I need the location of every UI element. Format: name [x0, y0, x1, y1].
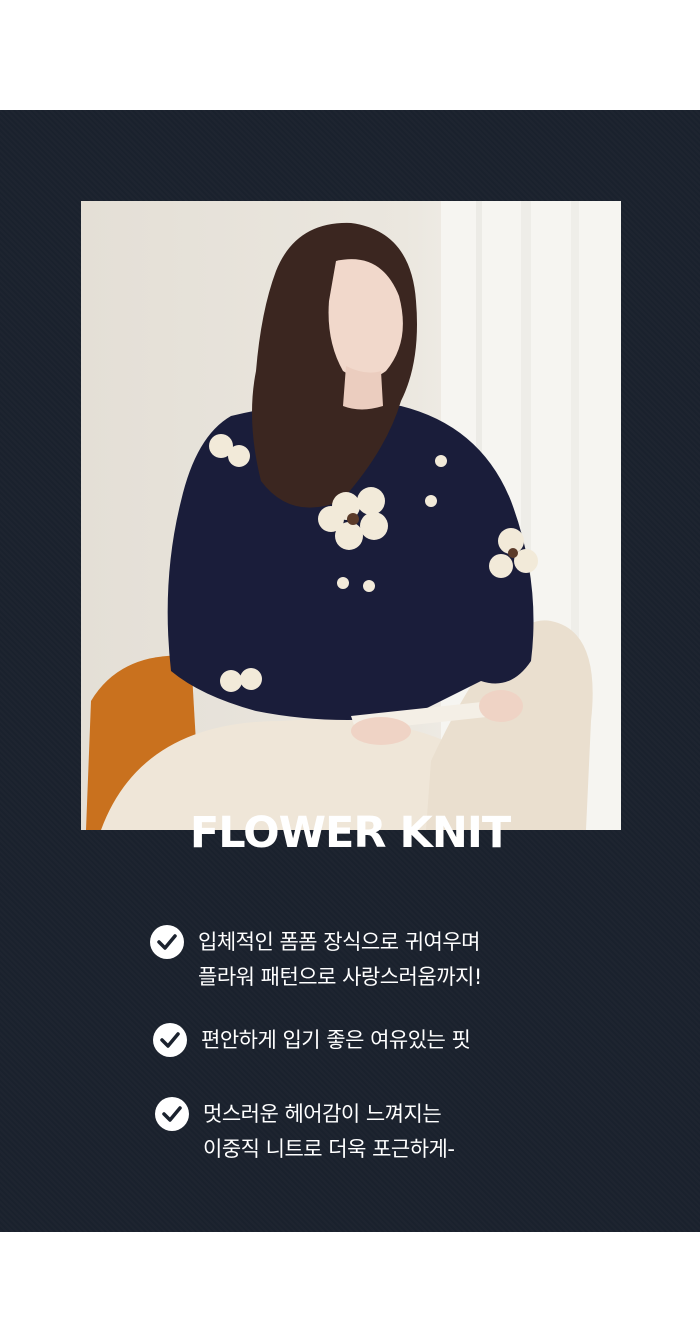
- check-circle-icon: [150, 925, 184, 959]
- feature-text: 입체적인 폼폼 장식으로 귀여우며 플라워 패턴으로 사랑스러움까지!: [198, 925, 482, 995]
- feature-line: 입체적인 폼폼 장식으로 귀여우며: [198, 930, 481, 954]
- feature-line: 멋스러운 헤어감이 느껴지는: [203, 1102, 442, 1126]
- feature-text: 멋스러운 헤어감이 느껴지는 이중직 니트로 더욱 포근하게-: [203, 1097, 455, 1167]
- model-illustration: [86, 201, 621, 830]
- check-mark-icon: [162, 1106, 182, 1122]
- neck: [343, 366, 383, 410]
- feature-item: 입체적인 폼폼 장식으로 귀여우며 플라워 패턴으로 사랑스러움까지!: [150, 925, 482, 995]
- check-mark-icon: [157, 934, 177, 950]
- feature-line: 편안하게 입기 좋은 여유있는 핏: [201, 1028, 471, 1052]
- feature-line: 이중직 니트로 더욱 포근하게-: [203, 1137, 455, 1161]
- feature-item: 멋스러운 헤어감이 느껴지는 이중직 니트로 더욱 포근하게-: [155, 1097, 455, 1167]
- check-circle-icon: [153, 1023, 187, 1057]
- product-title: FLOWER KNIT: [189, 808, 511, 858]
- model-photo: [81, 201, 621, 830]
- check-circle-icon: [155, 1097, 189, 1131]
- hand: [479, 690, 523, 722]
- hand: [351, 717, 411, 745]
- feature-line: 플라워 패턴으로 사랑스러움까지!: [198, 965, 482, 989]
- feature-text: 편안하게 입기 좋은 여유있는 핏: [201, 1023, 471, 1058]
- feature-item: 편안하게 입기 좋은 여유있는 핏: [153, 1023, 471, 1058]
- check-mark-icon: [160, 1032, 180, 1048]
